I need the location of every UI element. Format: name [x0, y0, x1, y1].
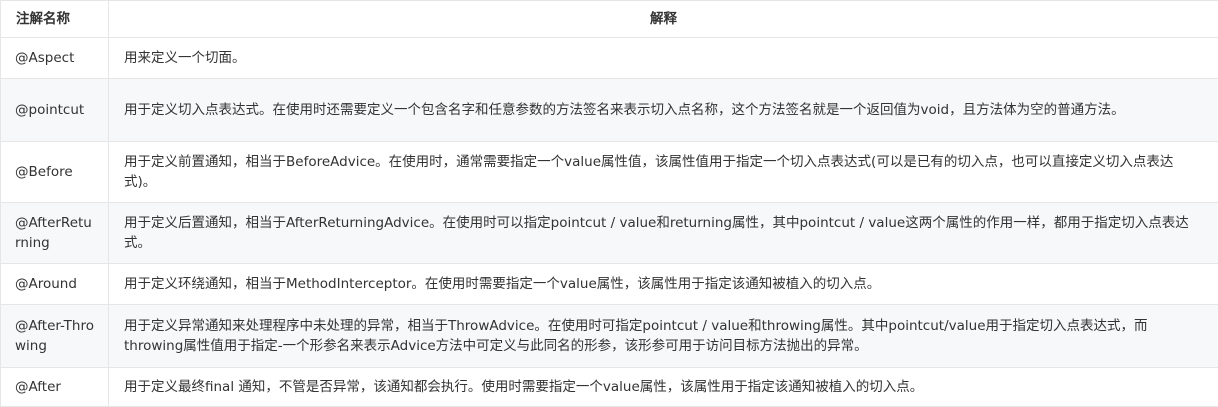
header-annotation-name: 注解名称 [1, 1, 109, 38]
table-row: @pointcut 用于定义切入点表达式。在使用时还需要定义一个包含名字和任意参… [1, 79, 1218, 142]
annotation-description-cell: 用于定义环绕通知，相当于MethodInterceptor。在使用时需要指定一个… [109, 264, 1218, 305]
annotation-name-cell: @pointcut [1, 79, 109, 142]
annotation-name-cell: @Before [1, 142, 109, 203]
table-row: @AfterReturning 用于定义后置通知，相当于AfterReturni… [1, 203, 1218, 264]
annotation-name-cell: @After-Throwing [1, 305, 109, 368]
table-row: @After 用于定义最终final 通知，不管是否异常，该通知都会执行。使用时… [1, 368, 1218, 407]
table-row: @Before 用于定义前置通知，相当于BeforeAdvice。在使用时，通常… [1, 142, 1218, 203]
annotation-name-cell: @After [1, 368, 109, 407]
annotation-table: 注解名称 解释 @Aspect 用来定义一个切面。 @pointcut 用于定义… [0, 0, 1218, 407]
table-row: @Around 用于定义环绕通知，相当于MethodInterceptor。在使… [1, 264, 1218, 305]
annotation-description-cell: 用于定义后置通知，相当于AfterReturningAdvice。在使用时可以指… [109, 203, 1218, 264]
annotation-description-cell: 用于定义前置通知，相当于BeforeAdvice。在使用时，通常需要指定一个va… [109, 142, 1218, 203]
annotation-description-cell: 用于定义切入点表达式。在使用时还需要定义一个包含名字和任意参数的方法签名来表示切… [109, 79, 1218, 142]
annotation-description-cell: 用于定义异常通知来处理程序中未处理的异常，相当于ThrowAdvice。在使用时… [109, 305, 1218, 368]
annotation-name-cell: @Aspect [1, 38, 109, 79]
header-description: 解释 [109, 1, 1218, 38]
table-row: @After-Throwing 用于定义异常通知来处理程序中未处理的异常，相当于… [1, 305, 1218, 368]
table-header-row: 注解名称 解释 [1, 1, 1218, 38]
annotation-description-cell: 用于定义最终final 通知，不管是否异常，该通知都会执行。使用时需要指定一个v… [109, 368, 1218, 407]
annotation-name-cell: @Around [1, 264, 109, 305]
annotation-description-cell: 用来定义一个切面。 [109, 38, 1218, 79]
table-row: @Aspect 用来定义一个切面。 [1, 38, 1218, 79]
annotation-name-cell: @AfterReturning [1, 203, 109, 264]
